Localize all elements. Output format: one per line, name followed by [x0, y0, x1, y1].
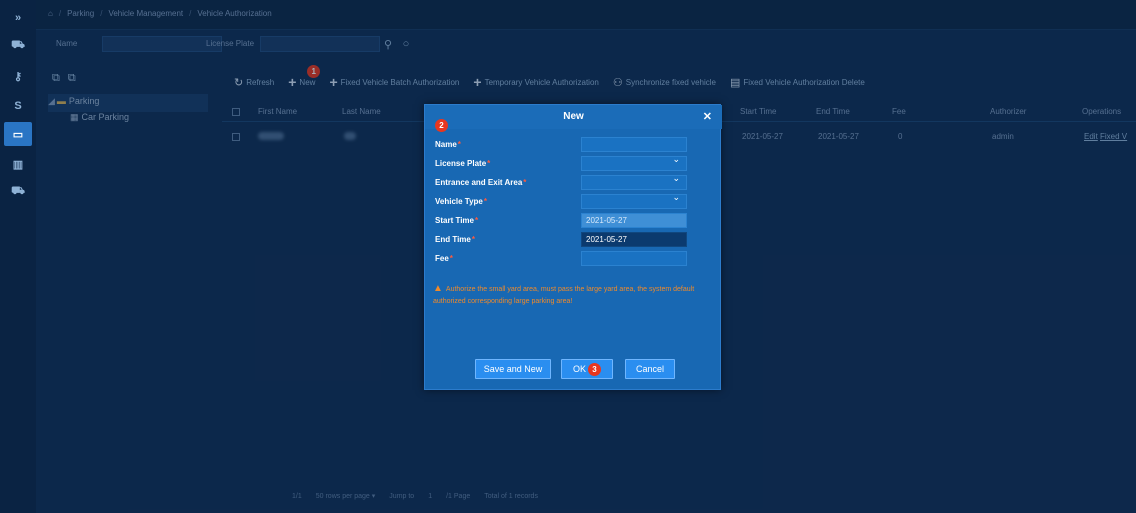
start-time-field[interactable]: 2021-05-27: [581, 213, 687, 228]
s-icon[interactable]: S: [4, 94, 32, 118]
area-label: Entrance and Exit Area*: [435, 178, 527, 187]
ok-button[interactable]: OK 3: [561, 359, 613, 379]
vehicle-type-label: Vehicle Type*: [435, 197, 487, 206]
start-time-label: Start Time*: [435, 216, 479, 225]
step-badge-3: 3: [588, 362, 601, 376]
cancel-button[interactable]: Cancel: [625, 359, 675, 379]
dialog-title: New: [563, 111, 584, 122]
collapse-icon[interactable]: »: [4, 6, 32, 30]
step-badge-2: 2: [435, 119, 448, 132]
save-and-new-button[interactable]: Save and New: [475, 359, 551, 379]
end-time-label: End Time*: [435, 235, 475, 244]
vehicle-list-icon[interactable]: ⛟: [4, 180, 32, 204]
dialog-header: New ✕: [425, 105, 722, 129]
plate-label: License Plate*: [435, 159, 491, 168]
name-label: Name*: [435, 140, 461, 149]
key-icon[interactable]: ⚷: [4, 64, 32, 88]
entrance-exit-area-select[interactable]: [581, 173, 687, 190]
name-field[interactable]: [581, 137, 687, 152]
fee-label: Fee*: [435, 254, 453, 263]
end-time-field[interactable]: 2021-05-27: [581, 232, 687, 247]
license-plate-select[interactable]: [581, 154, 687, 171]
car-icon[interactable]: ⛟: [4, 34, 32, 58]
left-rail: » ⛟ ⚷ S ▭ ▥ ⛟: [0, 0, 36, 513]
new-dialog: New ✕ 2 Name* License Plate* Entrance an…: [424, 104, 722, 390]
app-window: » ⛟ ⚷ S ▭ ▥ ⛟ ⌂ / Parking / Vehicle Mana…: [0, 0, 1136, 513]
close-icon[interactable]: ✕: [703, 110, 712, 123]
warning-icon: ▲: [433, 283, 443, 294]
fee-field[interactable]: [581, 251, 687, 266]
vehicle-nav-icon[interactable]: ▭: [4, 122, 32, 146]
report-icon[interactable]: ▥: [4, 152, 32, 176]
vehicle-type-select[interactable]: [581, 192, 687, 209]
dialog-form: Name* License Plate* Entrance and Exit A…: [435, 137, 715, 277]
warning-message: ▲ Authorize the small yard area, must pas…: [433, 283, 695, 305]
